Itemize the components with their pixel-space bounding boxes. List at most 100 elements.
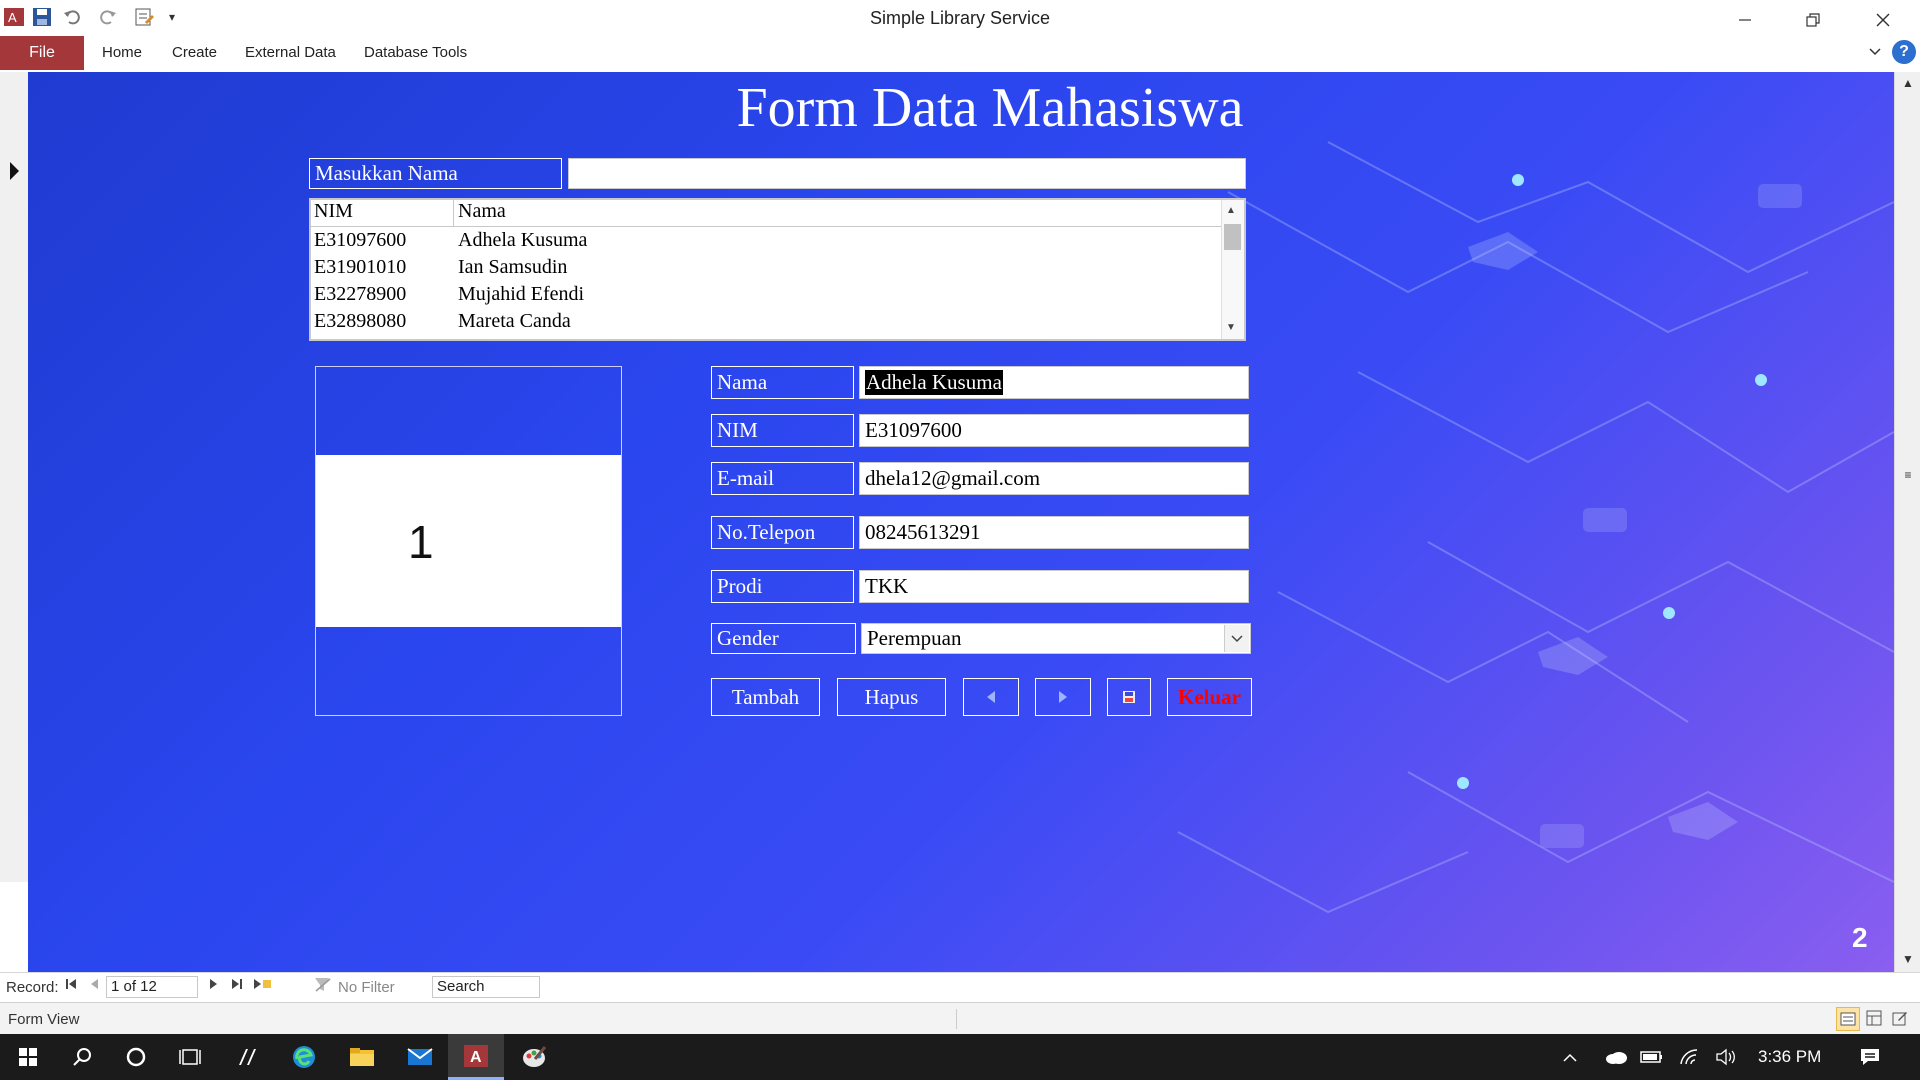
nama-field[interactable]: Adhela Kusuma — [859, 366, 1249, 399]
list-scrollbar[interactable]: ▲ ▼ — [1221, 200, 1244, 339]
list-item[interactable]: E31097600 Adhela Kusuma — [311, 227, 1244, 254]
next-record-icon[interactable] — [208, 977, 220, 995]
mail-icon[interactable] — [392, 1034, 448, 1080]
tab-database-tools[interactable]: Database Tools — [364, 44, 467, 61]
list-item[interactable]: E31901010 Ian Samsudin — [311, 254, 1244, 281]
file-explorer-icon[interactable] — [334, 1034, 390, 1080]
field-label-nama: Nama — [711, 366, 854, 399]
list-scroll-thumb[interactable] — [1224, 224, 1241, 250]
gender-select[interactable]: Perempuan — [861, 623, 1251, 654]
photo-number: 1 — [408, 516, 434, 568]
record-search-input[interactable]: Search — [432, 976, 540, 998]
nama-value-selected: Adhela Kusuma — [865, 370, 1003, 395]
edge-browser-icon[interactable] — [276, 1034, 332, 1080]
access-taskbar-icon[interactable]: A — [448, 1034, 504, 1080]
record-selector[interactable] — [0, 72, 29, 882]
keluar-button[interactable]: Keluar — [1167, 678, 1252, 716]
first-record-icon[interactable] — [64, 977, 78, 995]
search-label: Masukkan Nama — [309, 158, 562, 189]
status-bar: Form View — [0, 1002, 1920, 1035]
previous-record-icon[interactable] — [88, 977, 100, 995]
tab-file[interactable]: File — [0, 36, 84, 70]
current-record-input[interactable]: 1 of 12 — [106, 976, 198, 998]
title-bar: A ▾ Simple Library Service — [0, 0, 1920, 36]
scroll-down-icon[interactable]: ▼ — [1895, 948, 1920, 970]
ribbon-right-controls: ? — [1868, 40, 1916, 64]
volume-icon[interactable] — [1708, 1034, 1744, 1080]
list-cell-nim: E32898080 — [314, 310, 407, 332]
form-view-button[interactable] — [1836, 1007, 1860, 1031]
arrow-left-icon — [987, 691, 995, 703]
record-navigation-bar: Record: 1 of 12 No Filter Search — [0, 972, 1920, 1003]
search-icon[interactable] — [54, 1034, 110, 1080]
tab-create[interactable]: Create — [172, 44, 217, 61]
list-cell-nim: E31097600 — [314, 229, 407, 251]
field-label-email: E-mail — [711, 462, 854, 495]
list-scroll-up-icon[interactable]: ▲ — [1226, 205, 1236, 216]
filter-icon — [314, 977, 332, 997]
prodi-field[interactable]: TKK — [859, 570, 1249, 603]
new-record-icon[interactable] — [252, 977, 272, 995]
previous-record-button[interactable] — [963, 678, 1019, 716]
list-cell-nim: E31901010 — [314, 256, 407, 278]
pen-workspace-icon[interactable] — [220, 1034, 276, 1080]
restore-button[interactable] — [1778, 0, 1848, 40]
onedrive-icon[interactable] — [1598, 1034, 1634, 1080]
list-scroll-down-icon[interactable]: ▼ — [1226, 322, 1236, 333]
tab-external-data[interactable]: External Data — [245, 44, 336, 61]
list-cell-nama: Adhela Kusuma — [458, 229, 588, 251]
field-label-gender: Gender — [711, 623, 856, 654]
close-button[interactable] — [1848, 0, 1918, 40]
field-label-nim: NIM — [711, 414, 854, 447]
form-view-icon — [1840, 1012, 1856, 1026]
notification-center-icon[interactable] — [1846, 1034, 1894, 1080]
layout-view-icon[interactable] — [1866, 1010, 1882, 1030]
windows-taskbar: A 3:36 PM — [0, 1034, 1920, 1080]
no-filter-label[interactable]: No Filter — [338, 979, 395, 996]
email-field[interactable]: dhela12@gmail.com — [859, 462, 1249, 495]
telepon-field[interactable]: 08245613291 — [859, 516, 1249, 549]
search-name-input[interactable] — [568, 158, 1246, 189]
list-item[interactable]: E32898080 Mareta Canda — [311, 308, 1244, 335]
paint-app-icon[interactable] — [506, 1034, 562, 1080]
list-header: NIM Nama — [311, 200, 1244, 227]
gender-selected-value: Perempuan — [867, 626, 962, 650]
student-listbox[interactable]: NIM Nama E31097600 Adhela Kusuma E319010… — [309, 198, 1246, 341]
wifi-icon[interactable] — [1672, 1034, 1708, 1080]
list-item[interactable]: E32278900 Mujahid Efendi — [311, 281, 1244, 308]
show-hidden-icons-icon[interactable] — [1552, 1034, 1588, 1080]
nim-field[interactable]: E31097600 — [859, 414, 1249, 447]
photo-frame: 1 — [315, 366, 622, 716]
ribbon-tabs: File Home Create External Data Database … — [0, 36, 1920, 73]
cortana-icon[interactable] — [108, 1034, 164, 1080]
next-record-button[interactable] — [1035, 678, 1091, 716]
hapus-button[interactable]: Hapus — [837, 678, 946, 716]
keluar-label: Keluar — [1178, 684, 1241, 709]
list-cell-nama: Mujahid Efendi — [458, 283, 585, 305]
tab-home[interactable]: Home — [102, 44, 142, 61]
tambah-button[interactable]: Tambah — [711, 678, 820, 716]
list-cell-nama: Mareta Canda — [458, 310, 571, 332]
collapse-ribbon-icon[interactable] — [1868, 46, 1882, 58]
form-title: Form Data Mahasiswa — [736, 77, 1244, 139]
list-cell-nim: E32278900 — [314, 283, 407, 305]
battery-icon[interactable] — [1634, 1034, 1670, 1080]
vertical-scrollbar[interactable]: ▲ ≡ ▼ — [1894, 72, 1920, 972]
chevron-down-icon[interactable] — [1224, 625, 1249, 652]
scroll-thumb-grip-icon[interactable]: ≡ — [1895, 464, 1920, 486]
windows-start-icon[interactable] — [0, 1034, 56, 1080]
list-cell-nama: Ian Samsudin — [458, 256, 568, 278]
help-icon[interactable]: ? — [1892, 40, 1916, 64]
save-record-button[interactable] — [1107, 678, 1151, 716]
taskbar-clock[interactable]: 3:36 PM — [1758, 1047, 1821, 1067]
design-view-icon[interactable] — [1892, 1010, 1908, 1030]
page-number: 2 — [1852, 922, 1868, 953]
current-record-arrow-icon — [10, 162, 19, 180]
window-title: Simple Library Service — [869, 8, 1051, 28]
task-view-icon[interactable] — [162, 1034, 218, 1080]
minimize-button[interactable] — [1710, 0, 1780, 40]
form-area: ▲ ≡ ▼ Form Data Mahasiswa Masukkan Nama … — [0, 72, 1920, 972]
list-header-nim: NIM — [311, 200, 454, 226]
last-record-icon[interactable] — [230, 977, 244, 995]
list-header-nama: Nama — [458, 200, 506, 222]
